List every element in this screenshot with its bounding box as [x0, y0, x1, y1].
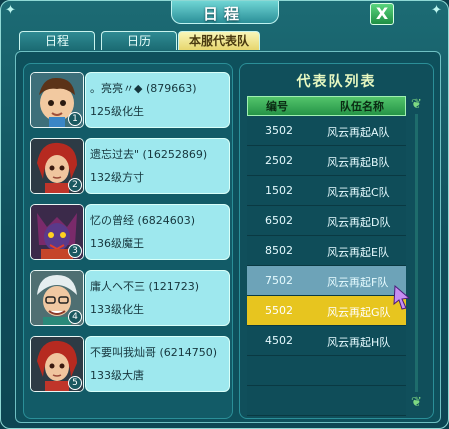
- tab-calendar[interactable]: 日历: [101, 31, 177, 50]
- member-level: 125级化生: [90, 105, 144, 118]
- team-name: 风云再起C队: [327, 186, 390, 199]
- corner-ornament-icon: ✦: [431, 3, 442, 18]
- team-id: 7502: [265, 274, 293, 287]
- team-name: 风云再起E队: [327, 246, 389, 259]
- cursor-icon: [393, 284, 411, 310]
- scrollbar-track[interactable]: [415, 114, 418, 392]
- team-list-title: 代表队列表: [296, 74, 377, 90]
- white-hair-sage-portrait: 4: [30, 270, 84, 326]
- member-name: 不要叫我灿哥 (6214750): [90, 346, 218, 359]
- member-name: 。亮亮〃◆ (879663): [90, 82, 197, 95]
- table-row-selected[interactable]: 5502 风云再起G队: [247, 296, 406, 326]
- member-level: 133级化生: [90, 303, 144, 316]
- team-id: 6502: [265, 214, 293, 227]
- portrait-badge: 1: [68, 112, 82, 126]
- member-card: 遗忘过去" (16252869) 132级方寸: [85, 138, 230, 194]
- team-id: 3502: [265, 124, 293, 137]
- member-entry[interactable]: 5 不要叫我灿哥 (6214750) 133级大唐: [30, 336, 230, 396]
- scroll-up-icon[interactable]: ❦: [409, 98, 424, 112]
- window-title: 日程: [202, 5, 245, 23]
- member-level: 132级方寸: [90, 171, 144, 184]
- table-row[interactable]: 8502 风云再起E队: [247, 236, 406, 266]
- schedule-window: ✦ 日程 X ✦ 日程 日历 本服代表队 1 。亮亮〃◆ (879663) 12…: [0, 0, 449, 429]
- corner-ornament-icon: ✦: [5, 3, 16, 18]
- team-name: 风云再起F队: [327, 276, 389, 289]
- scrollbar[interactable]: ❦ ❦: [409, 98, 424, 410]
- tab-server-team[interactable]: 本服代表队: [178, 31, 260, 50]
- team-members-panel: 1 。亮亮〃◆ (879663) 125级化生 2 遗忘过去" (1625286…: [23, 63, 233, 419]
- portrait-badge: 5: [68, 376, 82, 390]
- member-level: 133级大唐: [90, 369, 144, 382]
- member-card: 忆の曾经 (6824603) 136级魔王: [85, 204, 230, 260]
- table-row-empty: [247, 386, 406, 416]
- team-id: 1502: [265, 184, 293, 197]
- column-header-name: 队伍名称: [340, 100, 384, 113]
- demon-king-portrait: 3: [30, 204, 84, 260]
- close-button[interactable]: X: [370, 3, 394, 25]
- team-table-header: 编号 队伍名称: [247, 96, 406, 116]
- tab-schedule[interactable]: 日程: [19, 31, 95, 50]
- table-row[interactable]: 3502 风云再起A队: [247, 116, 406, 146]
- table-row-highlighted[interactable]: 7502 风云再起F队: [247, 266, 406, 296]
- team-name: 风云再起D队: [327, 216, 391, 229]
- portrait-badge: 3: [68, 244, 82, 258]
- table-row-empty: [247, 356, 406, 386]
- team-id: 4502: [265, 334, 293, 347]
- member-card: 不要叫我灿哥 (6214750) 133级大唐: [85, 336, 230, 392]
- red-hair-swordsman-portrait: 2: [30, 138, 84, 194]
- member-level: 136级魔王: [90, 237, 144, 250]
- member-entry[interactable]: 2 遗忘过去" (16252869) 132级方寸: [30, 138, 230, 198]
- member-name: 庸人ヘ不三 (121723): [90, 280, 200, 293]
- member-entry[interactable]: 4 庸人ヘ不三 (121723) 133级化生: [30, 270, 230, 330]
- member-name: 遗忘过去" (16252869): [90, 148, 208, 161]
- member-entry[interactable]: 3 忆の曾经 (6824603) 136级魔王: [30, 204, 230, 264]
- team-list-panel: 代表队列表 编号 队伍名称 3502 风云再起A队 2502 风云再起B队 15…: [239, 63, 434, 419]
- member-card: 庸人ヘ不三 (121723) 133级化生: [85, 270, 230, 326]
- portrait-badge: 2: [68, 178, 82, 192]
- member-name: 忆の曾经 (6824603): [90, 214, 196, 227]
- table-row[interactable]: 6502 风云再起D队: [247, 206, 406, 236]
- table-row[interactable]: 1502 风云再起C队: [247, 176, 406, 206]
- member-card: 。亮亮〃◆ (879663) 125级化生: [85, 72, 230, 128]
- member-entry[interactable]: 1 。亮亮〃◆ (879663) 125级化生: [30, 72, 230, 132]
- team-id: 5502: [265, 304, 293, 317]
- team-id: 8502: [265, 244, 293, 257]
- column-header-id: 编号: [266, 100, 288, 113]
- team-name: 风云再起A队: [327, 126, 390, 139]
- table-row[interactable]: 2502 风云再起B队: [247, 146, 406, 176]
- team-name: 风云再起G队: [327, 306, 391, 319]
- red-hair-swordsman-portrait: 5: [30, 336, 84, 392]
- team-name: 风云再起B队: [327, 156, 390, 169]
- portrait-badge: 4: [68, 310, 82, 324]
- title-bar: ✦ 日程 X ✦: [1, 1, 448, 25]
- scroll-down-icon[interactable]: ❦: [409, 396, 424, 410]
- boy-chibi-portrait: 1: [30, 72, 84, 128]
- table-row[interactable]: 4502 风云再起H队: [247, 326, 406, 356]
- team-id: 2502: [265, 154, 293, 167]
- team-name: 风云再起H队: [327, 336, 391, 349]
